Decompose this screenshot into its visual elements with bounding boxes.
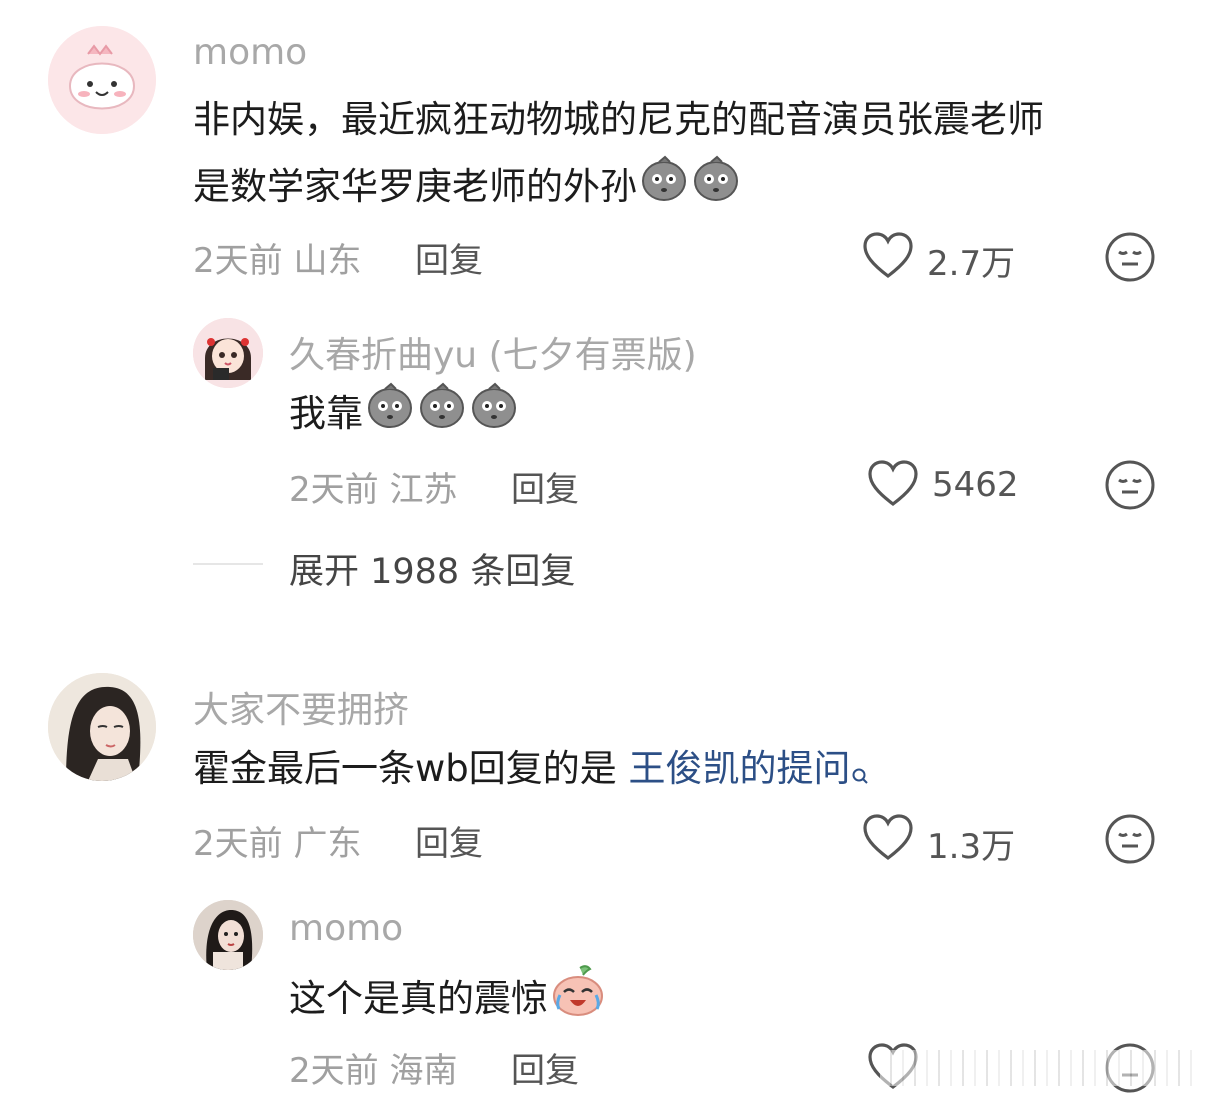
search-link-label: 王俊凯的提问 — [628, 747, 851, 790]
avatar[interactable] — [48, 26, 156, 134]
comment-meta: 2天前 山东 — [193, 233, 361, 282]
username[interactable]: 大家不要拥挤 — [193, 681, 409, 733]
reply-text: 我靠 — [289, 380, 519, 451]
username[interactable]: 久春折曲yu (七夕有票版) — [289, 326, 697, 378]
username[interactable]: momo — [289, 908, 403, 949]
heart-outline-icon — [862, 813, 914, 867]
username[interactable]: momo — [193, 32, 307, 73]
reply-button[interactable]: 回复 — [511, 1043, 579, 1092]
comment-text-line: 非内娱，最近疯狂动物城的尼克的配音演员张震老师 — [193, 98, 1044, 141]
reply-button[interactable]: 回复 — [511, 462, 579, 511]
reply-text-content: 这个是真的震惊 — [289, 977, 548, 1020]
reply-text: 这个是真的震惊 — [289, 962, 606, 1039]
comment-meta: 2天前 广东 — [193, 816, 361, 865]
dislike-button[interactable] — [1104, 813, 1156, 865]
neutral-face-icon — [1104, 814, 1156, 869]
heart-outline-icon — [867, 459, 919, 513]
timestamp: 2天前 — [289, 470, 379, 510]
neutral-face-icon — [1104, 232, 1156, 287]
comment-text: 是数学家华罗庚老师的外孙 — [193, 153, 741, 224]
comment-text: 非内娱，最近疯狂动物城的尼克的配音演员张震老师 — [193, 87, 1044, 153]
dislike-button[interactable] — [1104, 459, 1156, 511]
location: 山东 — [293, 241, 362, 281]
reply-meta: 2天前 海南 — [289, 1043, 457, 1092]
like-button[interactable]: 1.3万 — [862, 813, 1032, 867]
search-link[interactable]: 王俊凯的提问 — [629, 747, 869, 790]
reply-meta: 2天前 江苏 — [289, 462, 457, 511]
neutral-face-icon — [1104, 460, 1156, 515]
avatar[interactable] — [193, 900, 263, 970]
like-button[interactable]: 5462 — [867, 459, 1032, 511]
avatar[interactable] — [48, 673, 156, 781]
location: 江苏 — [389, 470, 458, 510]
stone-face-emoji-icon — [639, 153, 689, 224]
reply-button[interactable]: 回复 — [415, 816, 483, 865]
timestamp: 2天前 — [289, 1051, 379, 1091]
stone-face-emoji-icon — [417, 380, 467, 451]
expand-replies-button[interactable]: 展开 1988 条回复 — [289, 543, 575, 594]
avatar[interactable] — [193, 318, 263, 388]
reply-text-content: 我靠 — [289, 392, 363, 435]
like-button[interactable]: 2.7万 — [862, 231, 1032, 285]
comment-text-content: 霍金最后一条wb回复的是 — [193, 747, 629, 790]
stone-face-emoji-icon — [365, 380, 415, 451]
comment-text: 霍金最后一条wb回复的是 王俊凯的提问 — [193, 736, 869, 810]
timestamp: 2天前 — [193, 241, 283, 281]
comment-text-line: 是数学家华罗庚老师的外孙 — [193, 165, 637, 208]
dislike-button[interactable] — [1104, 231, 1156, 283]
stone-face-emoji-icon — [691, 153, 741, 224]
watermark — [880, 1050, 1200, 1086]
crying-laughing-emoji-icon — [550, 962, 606, 1039]
like-count: 1.3万 — [927, 827, 1016, 867]
search-icon — [851, 744, 869, 810]
divider — [193, 563, 263, 565]
timestamp: 2天前 — [193, 824, 283, 864]
location: 海南 — [389, 1051, 458, 1091]
location: 广东 — [293, 824, 362, 864]
stone-face-emoji-icon — [469, 380, 519, 451]
heart-outline-icon — [862, 231, 914, 285]
reply-button[interactable]: 回复 — [415, 233, 483, 282]
like-count: 5462 — [932, 465, 1019, 505]
like-count: 2.7万 — [927, 244, 1016, 284]
